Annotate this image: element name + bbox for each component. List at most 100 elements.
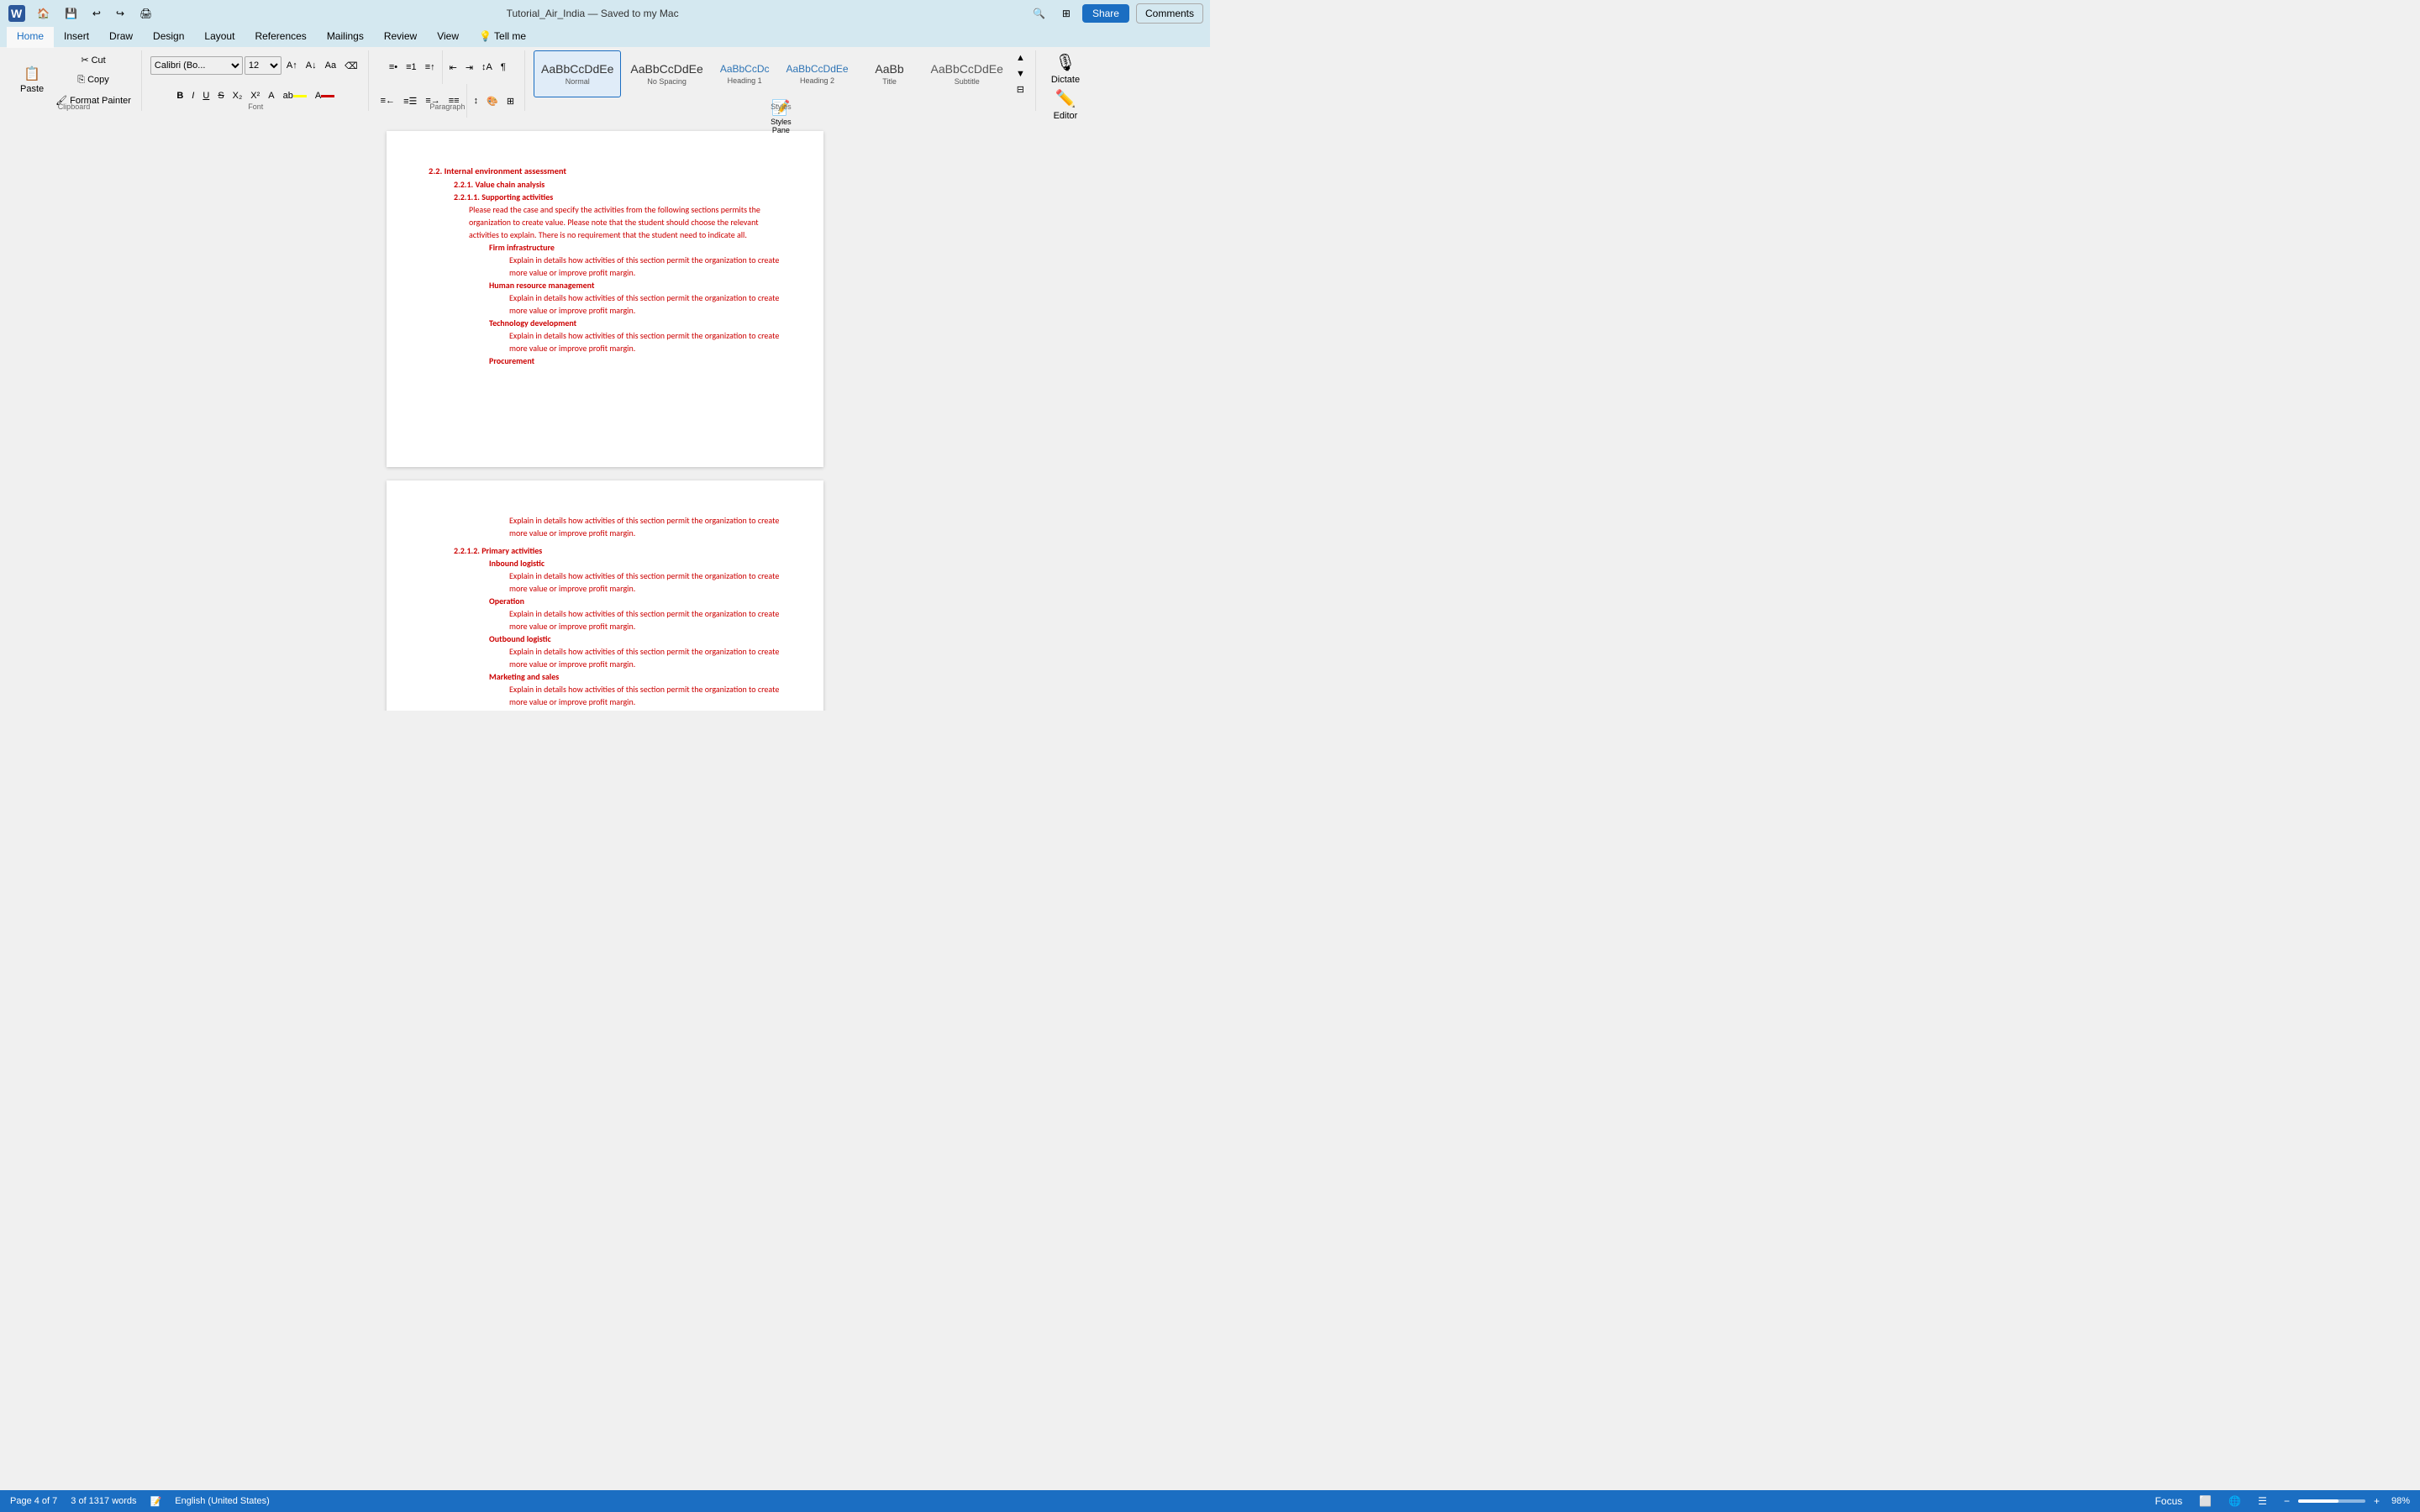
style-heading2[interactable]: AaBbCcDdEe Heading 2 [779, 50, 856, 97]
dictate-button[interactable]: 🎙 Dictate [1044, 50, 1086, 87]
styles-label: Styles [527, 102, 1035, 111]
body-procurement: Explain in details how activities of thi… [429, 514, 781, 539]
clipboard-secondary: ✂ Cut ⎘ Copy 🖌 Format Painter [52, 50, 134, 109]
web-layout-button[interactable]: 🌐 [2223, 1494, 2246, 1509]
styles-gallery: AaBbCcDdEe Normal AaBbCcDdEe No Spacing … [534, 50, 1028, 97]
increase-font-button[interactable]: A↑ [283, 56, 301, 75]
ribbon-group-paragraph: ≡• ≡1 ≡↑ ⇤ ⇥ ↕A ¶ ≡← ≡☰ ≡→ ≡≡ ↕ 🎨 ⊞ Para… [371, 50, 525, 111]
view-mode-button[interactable]: ☰ [2253, 1494, 2272, 1509]
tab-tellme[interactable]: 💡 Tell me [469, 27, 536, 47]
svg-text:W: W [11, 7, 23, 20]
tab-insert[interactable]: Insert [54, 27, 99, 47]
style-no-spacing[interactable]: AaBbCcDdEe No Spacing [623, 50, 710, 97]
document-area[interactable]: 2.2. Internal environment assessment 2.2… [0, 114, 1210, 711]
body-operation: Explain in details how activities of thi… [429, 607, 781, 633]
cut-button[interactable]: ✂ Cut [52, 50, 134, 69]
ribbon-group-clipboard: 📋 Paste ✂ Cut ⎘ Copy 🖌 Format Painter Cl… [7, 50, 142, 111]
tab-layout[interactable]: Layout [194, 27, 245, 47]
decrease-font-button[interactable]: A↓ [302, 56, 320, 75]
change-case-button[interactable]: Aa [322, 56, 339, 75]
share-button[interactable]: Share [1082, 4, 1129, 23]
zoom-slider[interactable] [2298, 1499, 2365, 1503]
para-row2: ≡← ≡☰ ≡→ ≡≡ ↕ 🎨 ⊞ [377, 84, 518, 118]
paste-icon: 📋 [24, 66, 40, 82]
subsubsection-2211: 2.2.1.1. Supporting activities [429, 191, 781, 203]
clear-format-button[interactable]: ⌫ [341, 56, 361, 75]
tab-mailings[interactable]: Mailings [317, 27, 374, 47]
zoom-bar: − + [2279, 1494, 2385, 1509]
print-layout-button[interactable]: ⬜ [2194, 1494, 2217, 1509]
item-marketing: Marketing and sales [429, 670, 781, 683]
ribbon-tabs: Home Insert Draw Design Layout Reference… [0, 27, 1210, 47]
tab-design[interactable]: Design [143, 27, 194, 47]
editor-icon: ✏️ [1055, 88, 1076, 109]
body-tech-dev: Explain in details how activities of thi… [429, 329, 781, 354]
zoom-in-button[interactable]: + [2369, 1494, 2385, 1509]
comments-button[interactable]: Comments [1136, 3, 1203, 24]
styles-scroll-up[interactable]: ▲ [1013, 50, 1028, 66]
redo-button[interactable]: ↪ [111, 6, 129, 21]
style-normal[interactable]: AaBbCcDdEe Normal [534, 50, 621, 97]
home-button[interactable]: 🏠 [32, 6, 55, 21]
ribbon-content: 📋 Paste ✂ Cut ⎘ Copy 🖌 Format Painter Cl… [0, 47, 1210, 114]
body-supporting: Please read the case and specify the act… [429, 203, 781, 241]
page-1-content: 2.2. Internal environment assessment 2.2… [429, 165, 781, 367]
page-info[interactable]: Page 4 of 7 [10, 1496, 57, 1506]
ribbon-toggle[interactable]: ⊞ [1057, 6, 1076, 21]
sort-button[interactable]: ↕A [478, 58, 496, 76]
document-title: Tutorial_Air_India — Saved to my Mac [164, 8, 1021, 19]
ribbon-group-voice: 🎙 Dictate ✏️ Editor [1038, 50, 1093, 111]
status-left: Page 4 of 7 3 of 1317 words 📝 English (U… [10, 1496, 270, 1507]
font-size-select[interactable]: 12 [245, 56, 281, 75]
tab-home[interactable]: Home [7, 27, 54, 48]
numbering-button[interactable]: ≡1 [402, 58, 420, 76]
font-family-select[interactable]: Calibri (Bo... [150, 56, 243, 75]
page-2-content: Explain in details how activities of thi… [429, 514, 781, 711]
save-button[interactable]: 💾 [60, 6, 82, 21]
item-hrm: Human resource management [429, 279, 781, 291]
paste-button[interactable]: 📋 Paste [13, 55, 50, 105]
tab-draw[interactable]: Draw [99, 27, 143, 47]
page-1: 2.2. Internal environment assessment 2.2… [387, 131, 823, 467]
word-count[interactable]: 3 of 1317 words [71, 1496, 136, 1506]
spell-check-icon[interactable]: 📝 [150, 1496, 162, 1507]
section-title-22: 2.2. Internal environment assessment [429, 165, 781, 178]
increase-indent-button[interactable]: ⇥ [462, 58, 476, 76]
subsubsection-2212: 2.2.1.2. Primary activities [429, 544, 781, 557]
word-icon: W [7, 3, 27, 24]
styles-scroll: ▲ ▼ ⊟ [1013, 50, 1028, 97]
focus-button[interactable]: Focus [2150, 1494, 2188, 1509]
styles-scroll-down[interactable]: ▼ [1013, 66, 1028, 82]
language[interactable]: English (United States) [175, 1496, 270, 1506]
item-service: Service [429, 708, 781, 711]
main-area: 2.2. Internal environment assessment 2.2… [0, 114, 1210, 711]
show-formatting-button[interactable]: ¶ [497, 58, 509, 76]
undo-button[interactable]: ↩ [87, 6, 106, 21]
tab-review[interactable]: Review [374, 27, 427, 47]
zoom-level: 98% [2391, 1496, 2410, 1506]
item-operation: Operation [429, 595, 781, 607]
search-button[interactable]: 🔍 [1028, 6, 1050, 21]
para-row1: ≡• ≡1 ≡↑ ⇤ ⇥ ↕A ¶ [386, 50, 509, 84]
subsection-221: 2.2.1. Value chain analysis [429, 178, 781, 191]
style-title[interactable]: AaBb Title [858, 50, 922, 97]
font-label: Font [144, 102, 368, 111]
bullets-button[interactable]: ≡• [386, 58, 401, 76]
print-button[interactable]: 🖨 [134, 6, 157, 21]
body-outbound: Explain in details how activities of thi… [429, 645, 781, 670]
editor-button[interactable]: ✏️ Editor [1047, 87, 1085, 123]
copy-button[interactable]: ⎘ Copy [52, 71, 134, 89]
multilevel-list-button[interactable]: ≡↑ [422, 58, 439, 76]
zoom-fill [2298, 1499, 2338, 1503]
body-marketing: Explain in details how activities of thi… [429, 683, 781, 708]
style-heading1[interactable]: AaBbCcDc Heading 1 [713, 50, 777, 97]
body-firm-infra: Explain in details how activities of thi… [429, 254, 781, 279]
tab-references[interactable]: References [245, 27, 316, 47]
decrease-indent-button[interactable]: ⇤ [446, 58, 460, 76]
tab-view[interactable]: View [427, 27, 469, 47]
zoom-out-button[interactable]: − [2279, 1494, 2295, 1509]
style-subtitle[interactable]: AaBbCcDdEe Subtitle [923, 50, 1011, 97]
divider2 [466, 84, 467, 118]
styles-more[interactable]: ⊟ [1013, 81, 1028, 97]
dictate-icon: 🎙 [1055, 52, 1076, 73]
